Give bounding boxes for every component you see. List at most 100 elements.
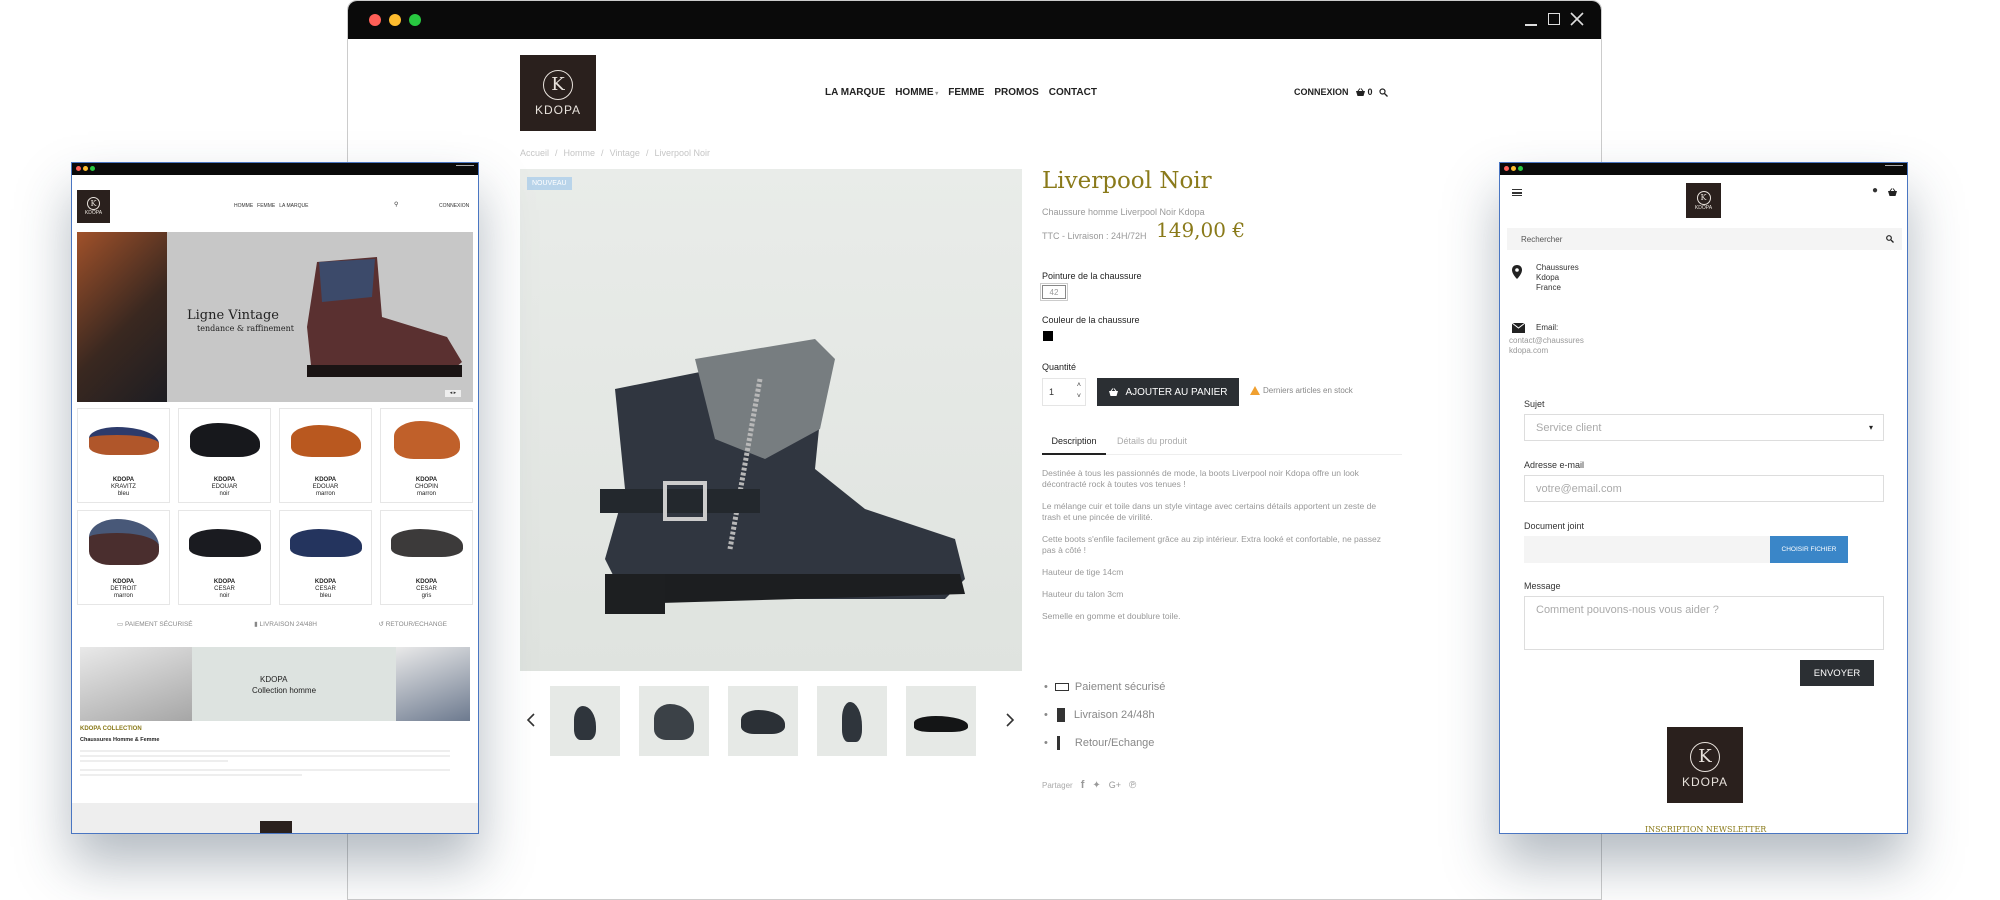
shoe-image	[290, 425, 361, 457]
stock-warning: Derniers articles en stock	[1250, 386, 1353, 395]
collection-banner[interactable]: KDOPA Collection homme	[80, 647, 470, 721]
brand-name: KDOPA	[534, 102, 582, 117]
quantity-label: Quantité	[1042, 362, 1077, 372]
close-dot[interactable]	[369, 14, 381, 26]
subject-select[interactable]: Service client ▾	[1524, 414, 1884, 441]
thumbnail[interactable]	[906, 686, 976, 756]
minimize-dot[interactable]	[389, 14, 401, 26]
product-brand: KDOPA	[213, 579, 236, 585]
breadcrumb-homme[interactable]: Homme	[564, 148, 596, 158]
quantity-stepper[interactable]: 1 ˄ ˅	[1042, 378, 1086, 406]
minimize-dot[interactable]	[83, 166, 88, 171]
breadcrumb-accueil[interactable]: Accueil	[520, 148, 549, 158]
nav-homme[interactable]: HOMME ▾	[895, 87, 938, 98]
email-field[interactable]: votre@email.com	[1524, 475, 1884, 502]
product-brand: KDOPA	[213, 477, 236, 483]
search-icon[interactable]: ⚲	[394, 201, 398, 208]
breadcrumb-vintage[interactable]: Vintage	[610, 148, 640, 158]
search-icon[interactable]	[1886, 235, 1894, 243]
brand-logo[interactable]: K KDOPA	[520, 55, 596, 131]
product-tile[interactable]: KDOPA KRAVITZ bleu	[77, 408, 170, 503]
maximize-dot[interactable]	[90, 166, 95, 171]
slider-arrows[interactable]: ◂ ▸	[445, 390, 461, 397]
nav-contact[interactable]: CONTACT	[1049, 87, 1097, 98]
banner-model-photo	[80, 647, 192, 721]
google-plus-icon[interactable]: G+	[1109, 780, 1121, 790]
nav-promos[interactable]: PROMOS	[994, 87, 1038, 98]
product-tile[interactable]: KDOPA EDOUAR noir	[178, 408, 271, 503]
basket-icon[interactable]	[1887, 188, 1898, 197]
banner-title: KDOPA	[260, 675, 288, 684]
shoe-image	[188, 529, 261, 557]
product-model: CESAR	[315, 586, 336, 592]
nav-la-marque[interactable]: LA MARQUE	[825, 87, 885, 98]
color-swatch-black[interactable]	[1043, 331, 1053, 341]
product-model: CESAR	[214, 586, 235, 592]
product-tile[interactable]: KDOPA EDOUAR marron	[279, 408, 372, 503]
connexion-link[interactable]: CONNEXION	[439, 203, 469, 209]
newsletter-link[interactable]: INSCRIPTION NEWSLETTER	[1645, 825, 1766, 833]
connexion-link[interactable]: CONNEXION	[1294, 87, 1349, 97]
product-tile[interactable]: KDOPA CESAR gris	[380, 510, 473, 605]
search-bar[interactable]: Rechercher	[1507, 228, 1902, 250]
quantity-value: 1	[1049, 387, 1055, 397]
add-to-cart-button[interactable]: AJOUTER AU PANIER	[1097, 378, 1239, 406]
product-model: KRAVITZ	[111, 484, 136, 490]
shoe-image	[88, 427, 159, 455]
nav-femme[interactable]: FEMME	[257, 203, 275, 209]
nav-la-marque[interactable]: LA MARQUE	[279, 203, 308, 209]
chevron-down-icon[interactable]: ˅	[1077, 393, 1081, 400]
twitter-icon[interactable]: ✦	[1092, 780, 1100, 791]
chevron-down-icon: ▾	[933, 91, 939, 97]
tab-description[interactable]: Description	[1042, 431, 1106, 455]
user-icon[interactable]: ●	[1872, 185, 1878, 196]
product-main-image[interactable]: NOUVEAU	[520, 169, 1022, 671]
close-dot[interactable]	[76, 166, 81, 171]
facebook-icon[interactable]: f	[1081, 779, 1085, 791]
maximize-dot[interactable]	[409, 14, 421, 26]
close-icon[interactable]	[1570, 12, 1584, 26]
feature-item: ▭ PAIEMENT SÉCURISÉ	[117, 621, 193, 628]
reassurance-item: • Retour/Echange	[1044, 736, 1155, 751]
product-color: marron	[113, 593, 133, 599]
size-option[interactable]: 42	[1040, 283, 1068, 301]
product-tile[interactable]: KDOPA CESAR noir	[178, 510, 271, 605]
window-controls	[1885, 165, 1903, 171]
nav-femme[interactable]: FEMME	[948, 87, 984, 98]
send-button[interactable]: ENVOYER	[1800, 660, 1874, 686]
brand-logo[interactable]: K KDOPA	[1686, 183, 1721, 218]
brand-logo[interactable]: K KDOPA	[77, 190, 110, 223]
product-grid: KDOPA KRAVITZ bleu KDOPA EDOUAR noir KDOPA ED…	[77, 408, 473, 608]
hero-banner[interactable]: Ligne Vintage tendance & raffinement ◂ ▸	[77, 232, 473, 402]
product-tile[interactable]: KDOPA CESAR bleu	[279, 510, 372, 605]
contact-email-value[interactable]: contact@chaussures kdopa.com	[1509, 336, 1584, 356]
search-icon[interactable]	[1378, 87, 1388, 97]
message-textarea[interactable]: Comment pouvons-nous vous aider ?	[1524, 596, 1884, 650]
maximize-dot[interactable]	[1518, 166, 1523, 171]
minimize-icon[interactable]	[1525, 24, 1537, 26]
maximize-icon[interactable]	[1548, 13, 1560, 25]
chevron-right-icon[interactable]	[1005, 713, 1015, 727]
search-input[interactable]: Rechercher	[1521, 235, 1562, 244]
hero-subtitle: tendance & raffinement	[197, 324, 294, 333]
thumbnail[interactable]	[550, 686, 620, 756]
chevron-up-icon[interactable]: ˄	[1077, 382, 1081, 389]
description-paragraph: Destinée à tous les passionnés de mode, …	[1042, 468, 1359, 489]
shoe-image	[189, 423, 260, 457]
thumbnail[interactable]	[639, 686, 709, 756]
product-description: Destinée à tous les passionnés de mode, …	[1042, 468, 1392, 622]
chevron-left-icon[interactable]	[526, 713, 536, 727]
attachment-input[interactable]	[1524, 536, 1770, 563]
product-tile[interactable]: KDOPA CHOPIN marron	[380, 408, 473, 503]
minimize-dot[interactable]	[1511, 166, 1516, 171]
pinterest-icon[interactable]: ℗	[1129, 780, 1136, 791]
choose-file-button[interactable]: CHOISIR FICHIER	[1770, 536, 1848, 563]
product-tile[interactable]: KDOPA DETROIT marron	[77, 510, 170, 605]
close-dot[interactable]	[1504, 166, 1509, 171]
tab-details[interactable]: Détails du produit	[1117, 431, 1187, 451]
cart-button[interactable]: 0	[1355, 87, 1373, 97]
thumbnail[interactable]	[728, 686, 798, 756]
thumbnail[interactable]	[817, 686, 887, 756]
hamburger-icon[interactable]	[1512, 189, 1522, 196]
nav-homme[interactable]: HOMME	[234, 203, 253, 209]
